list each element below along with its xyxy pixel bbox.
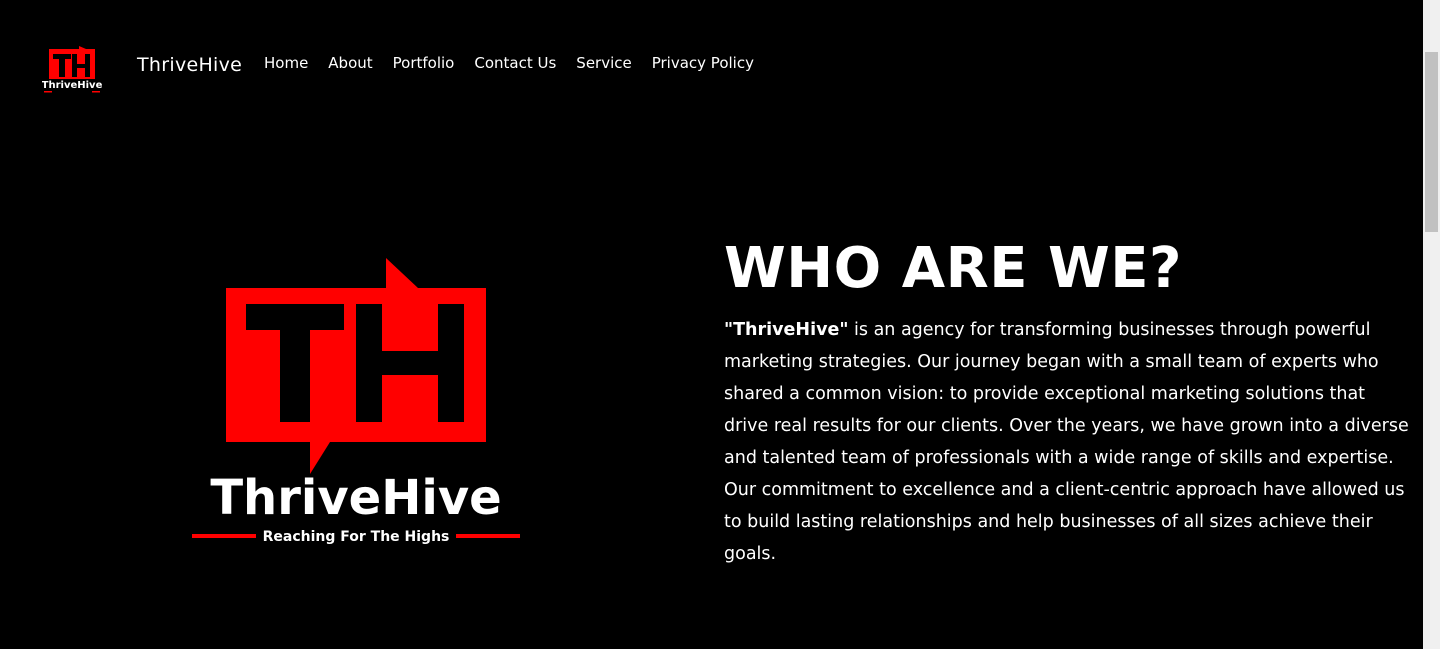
svg-text:ThriveHive: ThriveHive: [42, 80, 102, 91]
nav-portfolio[interactable]: Portfolio: [393, 54, 455, 72]
logo-icon: ThriveHive: [42, 46, 103, 93]
brand-quote: "ThriveHive": [724, 320, 849, 340]
about-paragraph: "ThriveHive" is an agency for transformi…: [724, 314, 1414, 570]
nav-contact-us[interactable]: Contact Us: [474, 54, 556, 72]
brand-name[interactable]: ThriveHive: [137, 54, 242, 76]
about-heading: WHO ARE WE?: [724, 236, 1182, 301]
header-logo[interactable]: ThriveHive: [42, 46, 103, 94]
nav-privacy-policy[interactable]: Privacy Policy: [652, 54, 754, 72]
nav-service[interactable]: Service: [576, 54, 631, 72]
svg-text:ThriveHive: ThriveHive: [210, 470, 501, 526]
nav-home[interactable]: Home: [264, 54, 308, 72]
thrivehive-logo-icon: ThriveHive Reaching For The Highs: [192, 258, 520, 545]
page: ThriveHive ThriveHive Home About Portfol…: [0, 0, 1423, 649]
hero-logo: ThriveHive Reaching For The Highs: [188, 256, 524, 546]
svg-text:Reaching For The Highs: Reaching For The Highs: [263, 529, 450, 545]
about-body: is an agency for transforming businesses…: [724, 320, 1409, 564]
main-nav: Home About Portfolio Contact Us Service …: [264, 54, 774, 72]
nav-about[interactable]: About: [328, 54, 372, 72]
scrollbar-thumb[interactable]: [1425, 52, 1438, 232]
